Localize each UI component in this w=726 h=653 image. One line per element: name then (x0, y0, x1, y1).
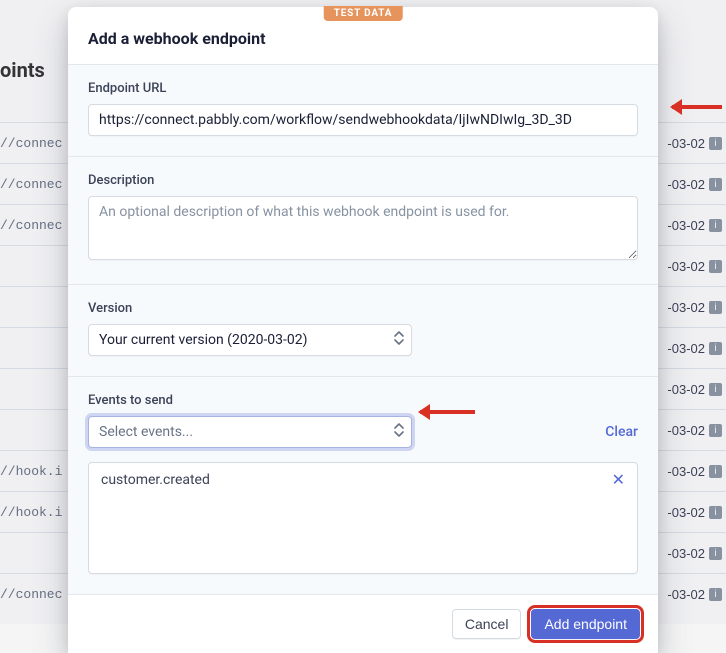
annotation-arrow (420, 410, 475, 414)
description-label: Description (88, 173, 638, 188)
version-section: Version Your current version (2020-03-02… (68, 285, 658, 377)
version-label: Version (88, 301, 638, 316)
endpoint-url-label: Endpoint URL (88, 81, 638, 96)
description-textarea[interactable] (88, 196, 638, 260)
test-data-badge: TEST DATA (324, 6, 403, 21)
event-item: customer.created ✕ (89, 463, 637, 497)
annotation-arrow (672, 105, 722, 109)
event-name: customer.created (101, 472, 210, 488)
events-section: Events to send Select events... Clear cu… (68, 377, 658, 594)
remove-event-icon[interactable]: ✕ (612, 472, 625, 488)
events-label: Events to send (88, 393, 638, 408)
description-section: Description (68, 157, 658, 285)
add-endpoint-button[interactable]: Add endpoint (531, 609, 640, 639)
modal-footer: Cancel Add endpoint (68, 595, 658, 653)
events-select[interactable]: Select events... (88, 416, 412, 448)
endpoint-url-input[interactable] (88, 104, 638, 136)
clear-events-link[interactable]: Clear (605, 424, 638, 440)
endpoint-url-section: Endpoint URL (68, 65, 658, 157)
add-webhook-modal: TEST DATA Add a webhook endpoint Endpoin… (68, 7, 658, 653)
selected-events-box: customer.created ✕ (88, 462, 638, 574)
version-select[interactable]: Your current version (2020-03-02) (88, 324, 412, 356)
cancel-button[interactable]: Cancel (452, 609, 522, 639)
